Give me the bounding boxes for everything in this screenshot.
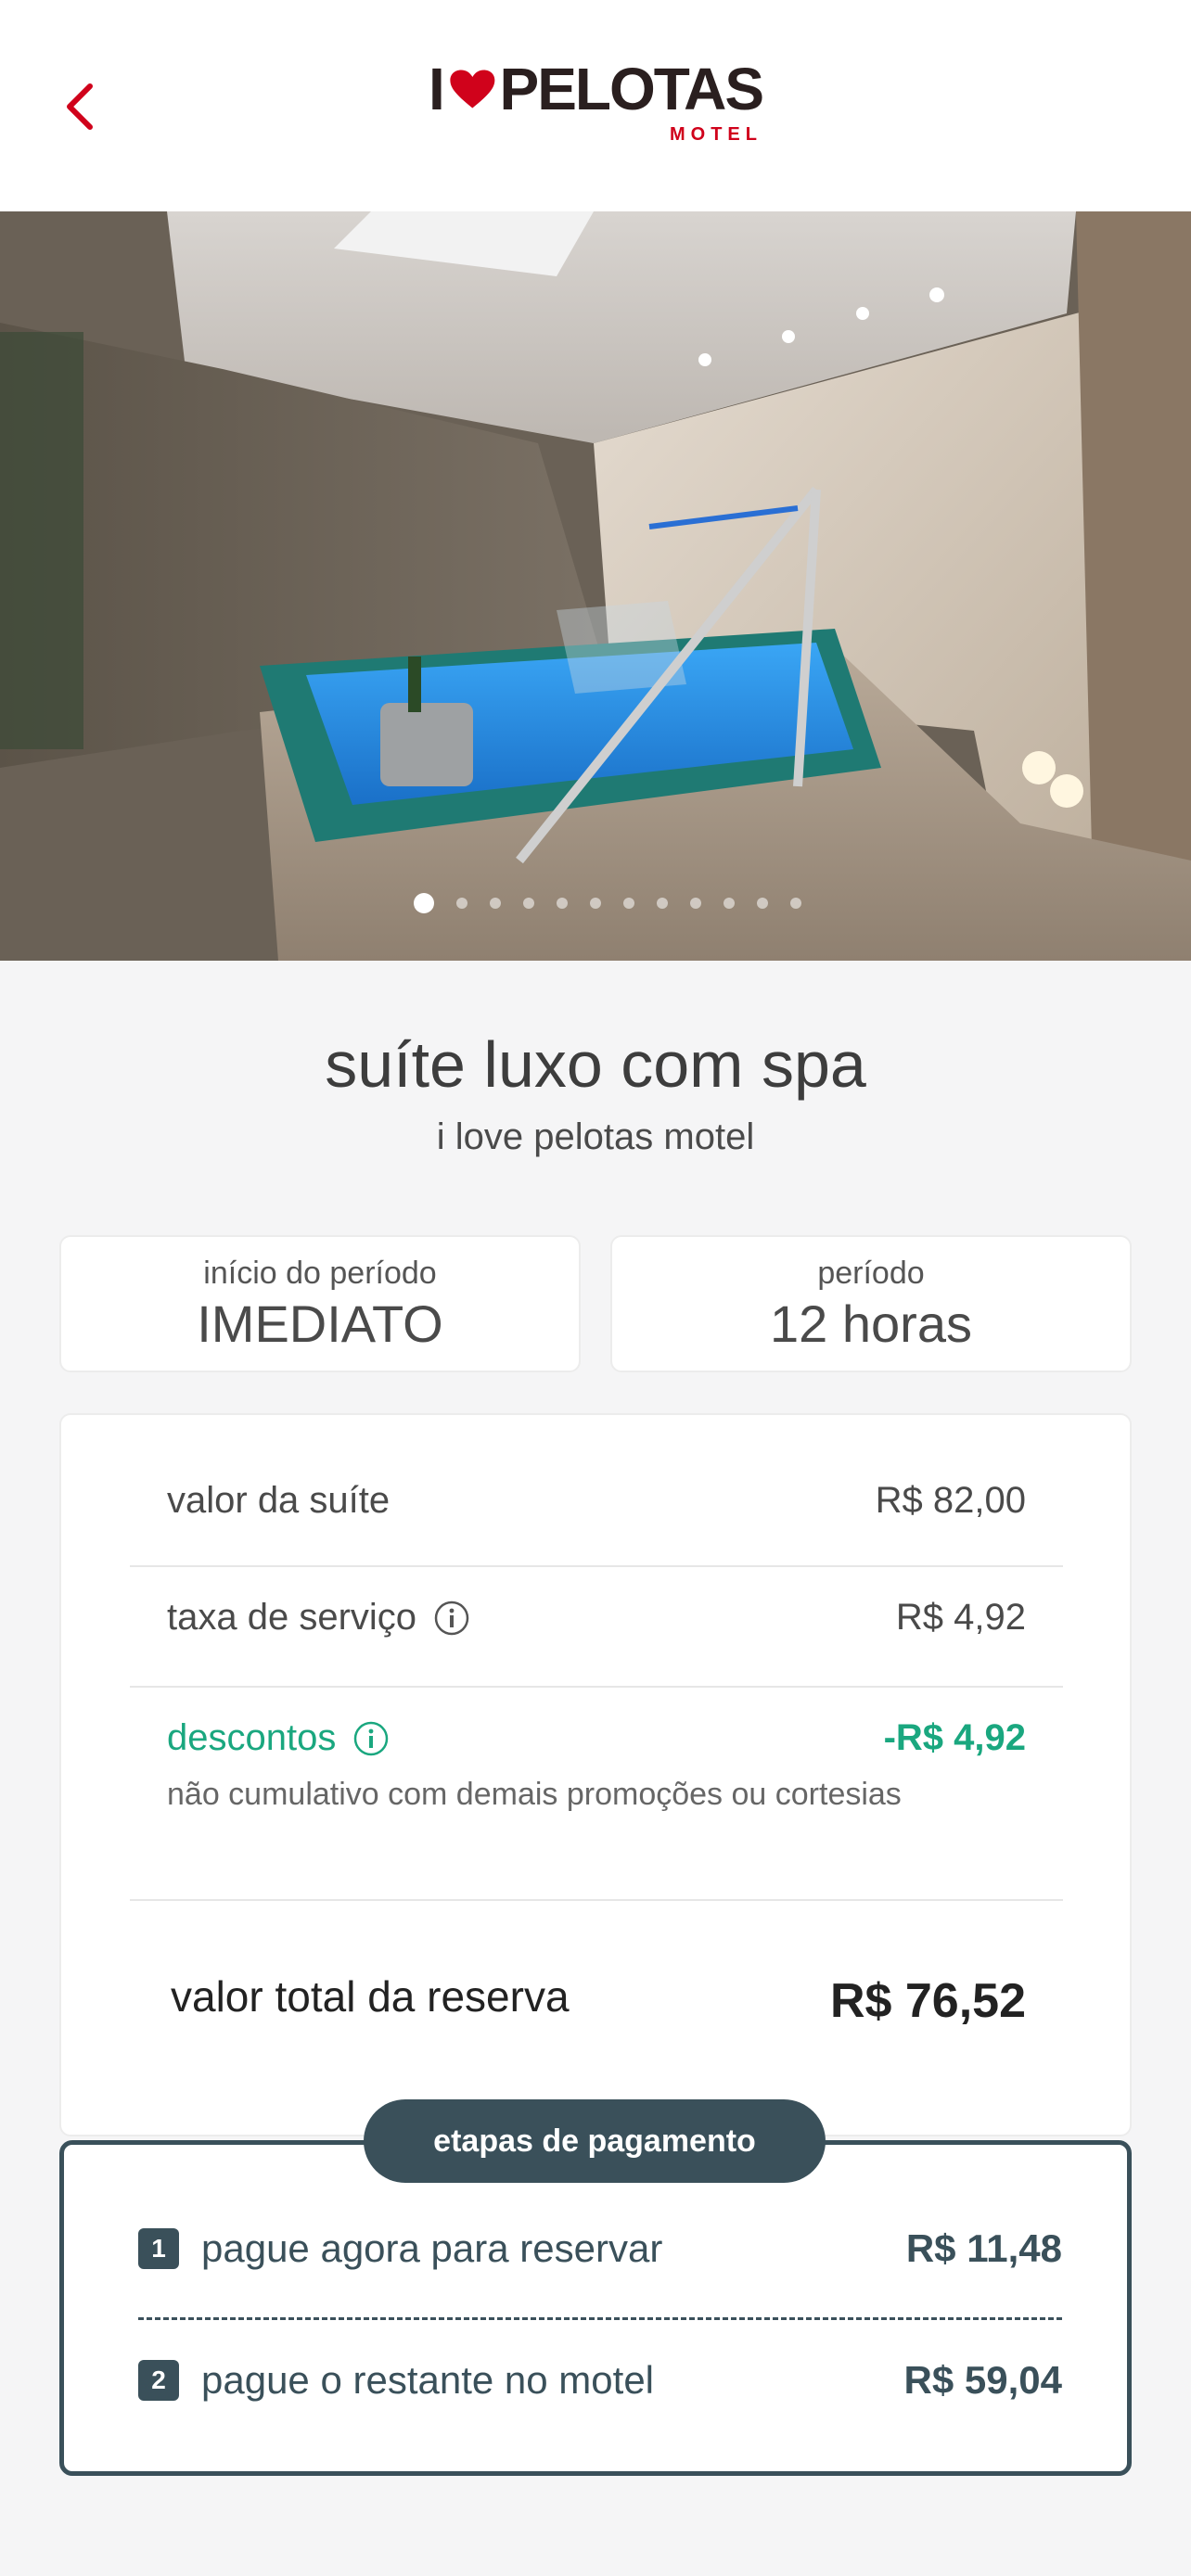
service-fee-label: taxa de serviço — [167, 1597, 417, 1638]
motel-name: i love pelotas motel — [436, 1116, 755, 1157]
carousel-dot[interactable] — [657, 898, 668, 909]
logo-word: PELOTAS — [499, 56, 764, 122]
discount-value: -R$ 4,92 — [883, 1717, 1026, 1758]
logo-subtitle: MOTEL — [670, 124, 762, 145]
heart-icon — [450, 70, 495, 108]
suite-price-value: R$ 82,00 — [875, 1480, 1026, 1521]
payment-steps-box: 1 pague agora para reservar R$ 11,48 2 p… — [59, 2140, 1132, 2476]
step-number: 2 — [138, 2360, 179, 2401]
divider — [130, 1899, 1063, 1901]
back-button[interactable] — [37, 65, 121, 148]
step-label: pague agora para reservar — [201, 2226, 663, 2270]
carousel-dot[interactable] — [490, 898, 501, 909]
period-duration-label: período — [817, 1256, 925, 1291]
step-value: R$ 11,48 — [905, 2226, 1062, 2270]
payment-step-2: 2 pague o restante no motel R$ 59,04 — [138, 2358, 1062, 2403]
payment-steps-title: etapas de pagamento — [364, 2099, 826, 2183]
carousel-dot[interactable] — [557, 898, 568, 909]
carousel-indicator — [0, 893, 1191, 913]
chevron-left-icon — [67, 83, 93, 130]
carousel-dot[interactable] — [690, 898, 701, 909]
carousel-dot[interactable] — [456, 898, 467, 909]
period-start-value: IMEDIATO — [197, 1294, 443, 1353]
discount-label: descontos — [167, 1717, 337, 1758]
carousel-dot-active[interactable] — [414, 893, 434, 913]
service-fee-value: R$ 4,92 — [895, 1597, 1026, 1638]
info-icon[interactable] — [433, 1600, 470, 1637]
step-value: R$ 59,04 — [903, 2358, 1062, 2402]
step-label: pague o restante no motel — [201, 2358, 655, 2402]
logo-i: I — [429, 56, 445, 122]
carousel-dot[interactable] — [790, 898, 801, 909]
motel-logo: I PELOTAS MOTEL — [429, 56, 764, 150]
period-start-box[interactable]: início do período IMEDIATO — [59, 1235, 581, 1372]
suite-price-label: valor da suíte — [167, 1480, 391, 1521]
total-label: valor total da reserva — [171, 1972, 570, 2021]
payment-step-1: 1 pague agora para reservar R$ 11,48 — [138, 2226, 1062, 2271]
dashed-divider — [138, 2317, 1062, 2320]
price-breakdown-card: valor da suíte R$ 82,00 taxa de serviço … — [59, 1413, 1132, 2136]
carousel-dot[interactable] — [757, 898, 768, 909]
divider — [130, 1686, 1063, 1688]
carousel-dot[interactable] — [623, 898, 634, 909]
period-duration-value: 12 horas — [770, 1294, 972, 1353]
suite-photo-carousel[interactable] — [0, 211, 1191, 961]
carousel-dot[interactable] — [590, 898, 601, 909]
suite-title: suíte luxo com spa — [325, 1028, 866, 1101]
total-value: R$ 76,52 — [829, 1974, 1026, 2028]
info-icon[interactable] — [352, 1720, 390, 1757]
carousel-dot[interactable] — [724, 898, 735, 909]
divider — [130, 1565, 1063, 1567]
discount-note: não cumulativo com demais promoções ou c… — [167, 1777, 902, 1812]
period-start-label: início do período — [203, 1256, 437, 1291]
period-duration-box[interactable]: período 12 horas — [610, 1235, 1132, 1372]
carousel-dot[interactable] — [523, 898, 534, 909]
step-number: 1 — [138, 2228, 179, 2269]
suite-photo — [0, 211, 1191, 961]
app-header: I PELOTAS MOTEL — [0, 0, 1191, 211]
